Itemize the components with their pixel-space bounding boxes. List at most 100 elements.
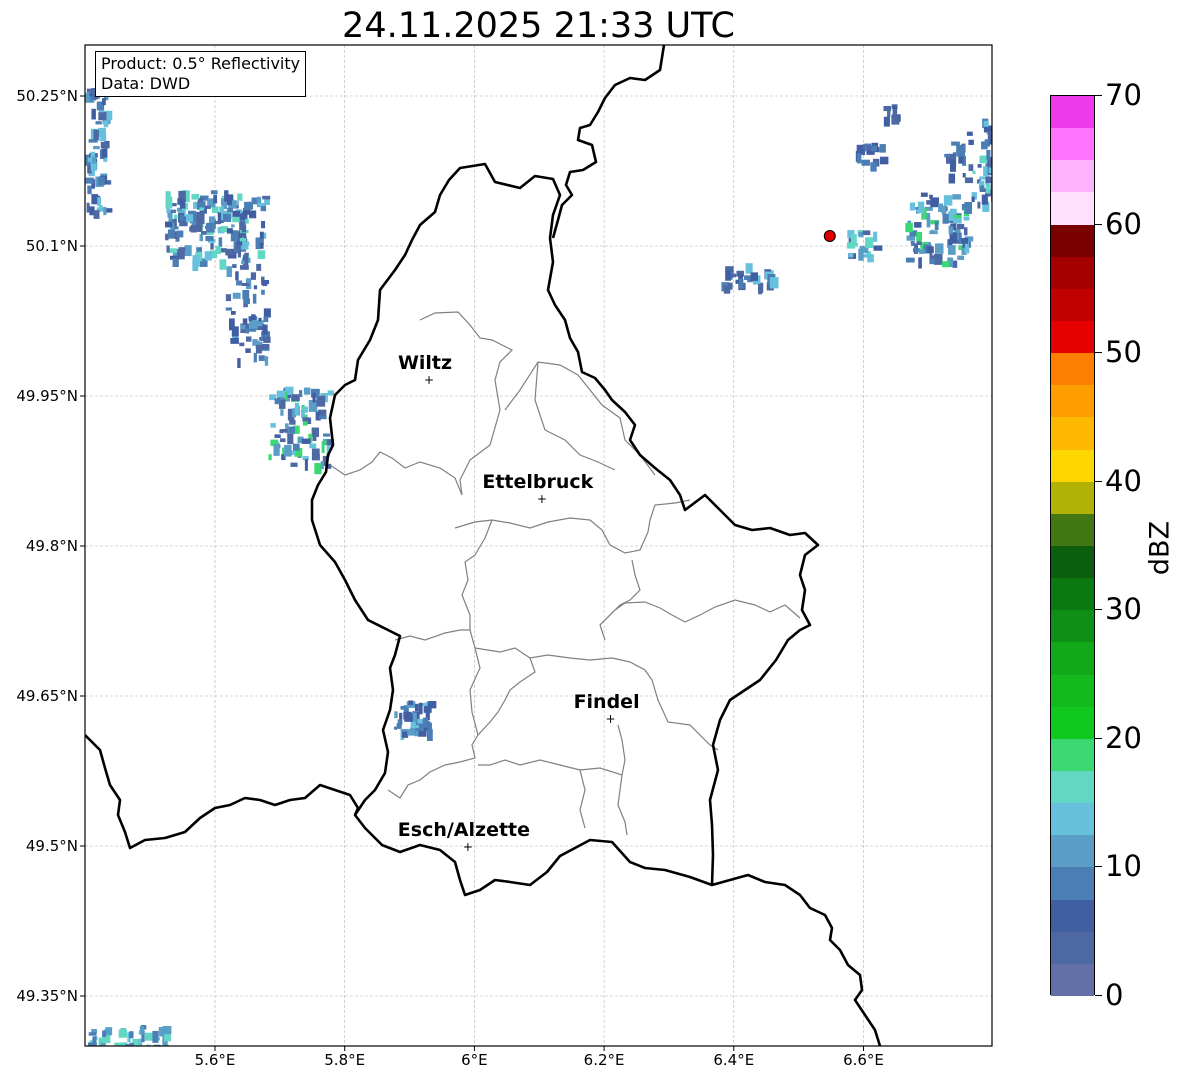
radar-echo-cell <box>89 96 93 102</box>
radar-echo-cell <box>291 394 300 402</box>
radar-echo-cell <box>236 280 243 286</box>
radar-echo-cell <box>190 224 197 233</box>
radar-echo-cell <box>968 164 974 171</box>
district-border-capellen <box>469 647 481 736</box>
radar-echo-cell <box>114 1042 120 1046</box>
radar-echo-cell <box>848 252 854 258</box>
radar-echo-cell <box>222 213 232 222</box>
radar-echo-cell <box>139 1026 144 1035</box>
radar-echo-cell <box>977 164 982 168</box>
radar-echo-cell <box>971 196 975 203</box>
radar-echo-cell <box>926 215 931 228</box>
radar-echo-cell <box>427 729 433 741</box>
radar-echo-cell <box>948 226 954 234</box>
radar-echo-cell <box>105 1027 113 1036</box>
radar-echo-cell <box>256 263 262 271</box>
radar-site-marker[interactable] <box>823 230 836 242</box>
radar-echo-cell <box>173 214 178 219</box>
radar-echo-cell <box>253 285 258 290</box>
radar-echo-cell <box>394 711 398 719</box>
radar-echo-cell <box>85 177 94 184</box>
radar-echo-cell <box>118 1029 127 1038</box>
radar-echo-cell <box>114 1045 122 1046</box>
radar-echo-cell <box>101 148 108 158</box>
city-label: Ettelbruck <box>482 471 594 493</box>
radar-echo-cell <box>873 231 878 242</box>
district-border-grevenmacher <box>599 599 801 626</box>
radar-echo-cell <box>232 264 237 268</box>
colorbar-tickmark <box>1095 223 1102 225</box>
radar-echo-cell <box>961 238 969 244</box>
colorbar-segment <box>1051 256 1094 289</box>
radar-echo-cell <box>253 352 257 363</box>
colorbar-segment <box>1051 642 1094 675</box>
y-tick-label: 49.65°N <box>16 687 78 705</box>
radar-echo-cell <box>985 176 992 183</box>
radar-echo-cell <box>88 1032 97 1036</box>
radar-echo-cell <box>235 271 239 281</box>
radar-echo-cell <box>260 242 264 249</box>
colorbar-segment <box>1051 320 1094 354</box>
radar-echo-cell <box>320 461 324 470</box>
colorbar-tickmark <box>1095 609 1102 611</box>
colorbar-tickmark <box>1095 995 1102 996</box>
radar-echo-cell <box>170 209 177 214</box>
border-france-belgium <box>85 734 360 850</box>
district-border-center-north <box>454 499 691 554</box>
radar-echo-cell <box>97 176 105 186</box>
radar-echo-cell <box>240 265 249 270</box>
district-border-echternach <box>599 559 641 641</box>
radar-echo-cell <box>418 702 423 715</box>
radar-echo-cell <box>327 390 334 396</box>
radar-echo-cell <box>414 703 419 712</box>
district-border-wiltz-south <box>329 451 463 496</box>
radar-echo-cell <box>953 215 962 219</box>
radar-echo-cell <box>215 245 222 254</box>
radar-echo-cell <box>956 144 966 157</box>
radar-echo-cell <box>242 289 250 300</box>
y-tick-label: 49.8°N <box>25 537 78 555</box>
radar-echo-cell <box>926 246 934 254</box>
radar-echo-cell <box>95 121 102 125</box>
district-border-luxembourg-south <box>478 724 626 776</box>
city-label: Wiltz <box>397 352 453 374</box>
radar-echo-cell <box>891 104 898 109</box>
radar-echo-cell <box>251 197 258 205</box>
radar-echo-cell <box>984 139 990 147</box>
colorbar-segment <box>1051 192 1094 225</box>
radar-echo-cell <box>87 185 92 195</box>
radar-echo-cell <box>210 190 218 195</box>
border-germany-south <box>711 873 882 1046</box>
radar-echo-cell <box>769 277 779 289</box>
radar-echo-cell <box>185 214 194 223</box>
radar-echo-cell <box>93 145 100 150</box>
radar-echo-cell <box>226 199 231 205</box>
y-tick-label: 50.1°N <box>25 237 78 255</box>
radar-echo-cell <box>240 324 246 330</box>
radar-echo-cell <box>910 241 915 245</box>
x-tick-label: 6.6°E <box>843 1051 884 1069</box>
radar-echo-cell <box>957 255 965 260</box>
radar-echo-cell <box>323 433 330 437</box>
radar-echo-cell <box>262 324 268 335</box>
district-border-luxembourg-west <box>387 657 536 799</box>
radar-echo-cell <box>264 356 269 366</box>
radar-echo-cell <box>241 260 245 265</box>
radar-echo-cell <box>393 726 398 730</box>
colorbar-tick-label: 40 <box>1105 463 1142 498</box>
radar-echo-cell <box>262 195 271 200</box>
radar-echo-cell <box>241 282 250 287</box>
radar-echo-cell <box>87 1042 97 1046</box>
radar-echo-cell <box>230 337 239 344</box>
radar-echo-cell <box>258 355 265 361</box>
radar-echo-cell <box>979 155 988 164</box>
radar-echo-cell <box>231 326 239 337</box>
radar-echo-cell <box>263 316 269 323</box>
radar-echoes <box>85 88 992 1046</box>
colorbar-segment <box>1051 385 1094 418</box>
map-canvas[interactable]: + + + + <box>0 0 1184 1081</box>
radar-echo-cell <box>949 208 954 221</box>
y-tick-label: 49.5°N <box>25 837 78 855</box>
radar-echo-cell <box>952 194 961 200</box>
radar-echo-cell <box>962 173 966 178</box>
